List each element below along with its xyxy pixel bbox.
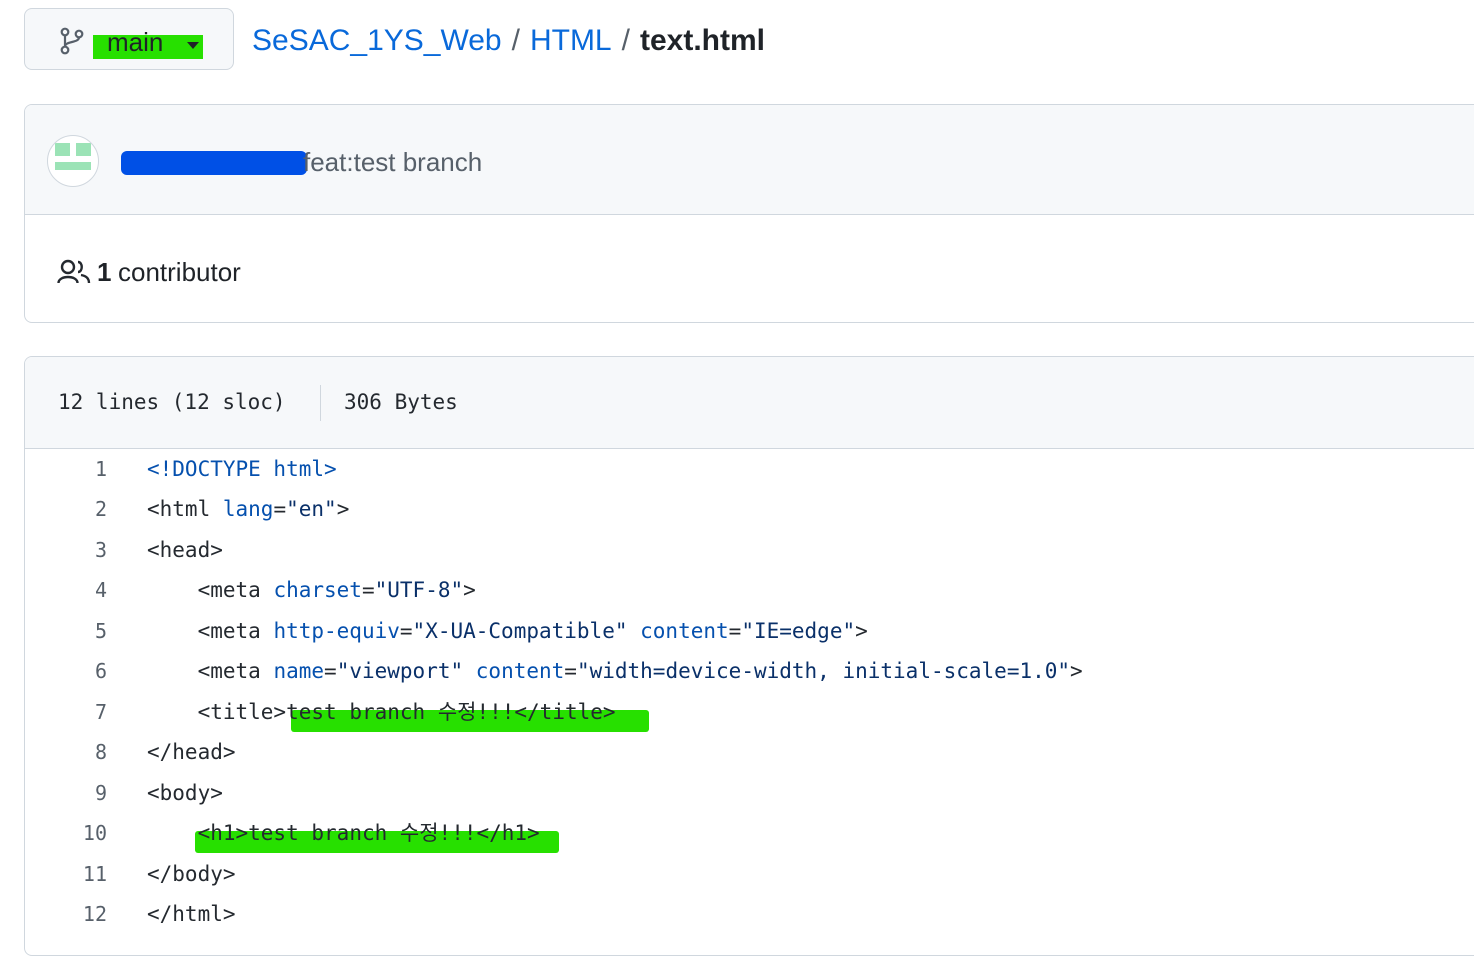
- commit-message-link[interactable]: feat:test branch: [303, 145, 482, 179]
- breadcrumb-current-file: text.html: [639, 24, 765, 57]
- contributor-label: contributor: [118, 257, 241, 287]
- code-line: 7 <title>test branch 수정!!!</title>: [25, 692, 1474, 732]
- code-line: 2 <html lang="en">: [25, 489, 1474, 529]
- code-line: 12 </html>: [25, 894, 1474, 934]
- code-line: 10 <h1>test branch 수정!!!</h1>: [25, 813, 1474, 853]
- contributors-row[interactable]: 1 contributor: [25, 215, 1474, 322]
- breadcrumb: SeSAC_1YS_Web / HTML / text.html: [252, 20, 765, 62]
- git-branch-icon: [60, 27, 84, 55]
- code-text: <body>: [147, 781, 223, 805]
- line-number[interactable]: 1: [65, 449, 107, 489]
- code-line: 6 <meta name="viewport" content="width=d…: [25, 651, 1474, 691]
- code-text: <meta name="viewport" content="width=dev…: [197, 659, 1083, 683]
- breadcrumb-repo-link[interactable]: SeSAC_1YS_Web: [252, 24, 502, 57]
- file-size: 306 Bytes: [344, 390, 458, 414]
- breadcrumb-separator: /: [621, 24, 630, 57]
- line-number[interactable]: 9: [65, 773, 107, 813]
- code-line: 9 <body>: [25, 773, 1474, 813]
- line-number[interactable]: 4: [65, 570, 107, 610]
- code-text: </body>: [147, 862, 236, 886]
- code-line: 5 <meta http-equiv="X-UA-Compatible" con…: [25, 611, 1474, 651]
- people-icon: [57, 259, 91, 284]
- code-text: <!DOCTYPE html>: [147, 457, 337, 481]
- code-line: 11 </body>: [25, 854, 1474, 894]
- latest-commit-row: feat:test branch: [25, 105, 1474, 215]
- code-text: <head>: [147, 538, 223, 562]
- avatar[interactable]: [47, 135, 99, 187]
- code-line: 8 </head>: [25, 732, 1474, 772]
- file-line-count: 12 lines (12 sloc): [58, 390, 286, 414]
- branch-selector-button[interactable]: main: [24, 8, 234, 70]
- line-number[interactable]: 11: [65, 854, 107, 894]
- file-info-divider: [320, 385, 321, 421]
- code-line: 3 <head>: [25, 530, 1474, 570]
- triangle-down-icon: [187, 42, 199, 49]
- line-number[interactable]: 7: [65, 692, 107, 732]
- line-number[interactable]: 6: [65, 651, 107, 691]
- redacted-author: [121, 151, 307, 175]
- code-text: <meta http-equiv="X-UA-Compatible" conte…: [197, 619, 868, 643]
- code-text: </html>: [147, 902, 236, 926]
- code-text: <meta charset="UTF-8">: [197, 578, 476, 602]
- latest-commit-box: feat:test branch 1 contributor: [24, 104, 1474, 323]
- line-number[interactable]: 2: [65, 489, 107, 529]
- code-text: <html lang="en">: [147, 497, 350, 521]
- breadcrumb-separator: /: [511, 24, 520, 57]
- code-text: </head>: [147, 740, 236, 764]
- line-number[interactable]: 8: [65, 732, 107, 772]
- code-text: <h1>test branch 수정!!!</h1>: [197, 821, 540, 845]
- code-line: 1 <!DOCTYPE html>: [25, 449, 1474, 489]
- line-number[interactable]: 5: [65, 611, 107, 651]
- code-line: 4 <meta charset="UTF-8">: [25, 570, 1474, 610]
- line-number[interactable]: 10: [65, 813, 107, 853]
- code-text: <title>test branch 수정!!!</title>: [197, 700, 616, 724]
- line-number[interactable]: 12: [65, 894, 107, 934]
- breadcrumb-folder-link[interactable]: HTML: [530, 24, 612, 57]
- file-info-header: 12 lines (12 sloc) 306 Bytes: [25, 357, 1474, 449]
- file-viewer: 12 lines (12 sloc) 306 Bytes 1 <!DOCTYPE…: [24, 356, 1474, 956]
- line-number[interactable]: 3: [65, 530, 107, 570]
- branch-name: main: [107, 27, 164, 57]
- contributor-count: 1: [97, 257, 112, 287]
